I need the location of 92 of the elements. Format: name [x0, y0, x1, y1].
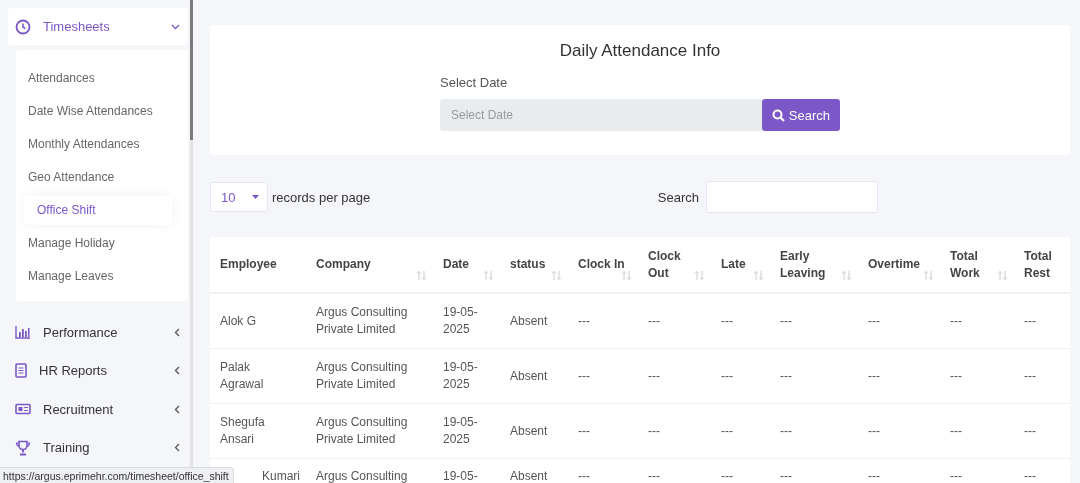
table-cell: Alok G	[220, 313, 256, 328]
caret-icon	[252, 195, 259, 199]
submenu-item[interactable]: Geo Attendance	[16, 161, 188, 194]
search-field[interactable]	[706, 181, 878, 213]
sidebar-item[interactable]: Recruitment	[43, 401, 162, 417]
sort-icon	[694, 270, 705, 281]
table-cell: ---	[1024, 313, 1036, 328]
submenu-item[interactable]: Office Shift	[24, 196, 172, 225]
column-header[interactable]: Clock In	[568, 237, 638, 293]
submenu-item[interactable]: Monthly Attendances	[16, 128, 188, 161]
table-cell: ---	[648, 368, 660, 383]
column-header[interactable]: Company	[306, 237, 433, 293]
column-header[interactable]: Total Rest	[1014, 237, 1070, 293]
submenu-item[interactable]: Manage Holiday	[16, 227, 188, 260]
column-header[interactable]: Employee	[210, 237, 306, 293]
sort-icon	[621, 270, 632, 281]
table-cell: ---	[721, 313, 733, 328]
table-cell: Kumari	[262, 469, 300, 483]
column-header[interactable]: status	[500, 237, 568, 293]
sidebar-item[interactable]: Performance	[43, 324, 162, 340]
search-icon	[771, 108, 785, 122]
search-label: Search	[657, 189, 699, 205]
table-cell: ---	[950, 313, 962, 328]
column-header[interactable]: Clock Out	[638, 237, 711, 293]
table-cell: ---	[950, 423, 962, 438]
trophy-icon	[15, 439, 31, 456]
table-cell: 19-05-2025	[443, 360, 478, 391]
submenu-item[interactable]: Manage Leaves	[16, 260, 188, 293]
table-cell: Shegufa Ansari	[220, 415, 265, 446]
table-cell: ---	[721, 368, 733, 383]
table-cell: Absent	[510, 313, 548, 328]
table-cell: Palak Agrawal	[220, 360, 264, 391]
table-cell: ---	[868, 313, 880, 328]
status-bar-url: https://argus.eprimehr.com/timesheet/office_shift	[0, 467, 234, 483]
table-cell: Argus Consulting Private Limited	[316, 305, 408, 336]
table-cell: ---	[950, 368, 962, 383]
table-cell: ---	[578, 423, 590, 438]
column-header[interactable]: Total Work	[940, 237, 1014, 293]
table-cell: ---	[1024, 423, 1036, 438]
sort-icon	[753, 270, 764, 281]
submenu-item[interactable]: Date Wise Attendances	[16, 95, 188, 128]
table-cell: ---	[1024, 368, 1036, 383]
table-cell: ---	[780, 469, 792, 483]
card-title: Daily Attendance Info	[559, 41, 721, 61]
table-cell: ---	[780, 368, 792, 383]
document-icon	[15, 363, 27, 379]
sort-icon	[841, 270, 852, 281]
sort-icon	[483, 270, 494, 281]
scrollbar-thumb[interactable]	[190, 0, 193, 140]
column-header[interactable]: Early Leaving	[770, 237, 858, 293]
table-cell: 19-05-2025	[443, 415, 478, 446]
table-cell: ---	[721, 469, 733, 483]
table-cell: Absent	[510, 368, 548, 383]
table-cell: ---	[721, 423, 733, 438]
table-cell: Absent	[510, 469, 548, 483]
sidebar-item[interactable]: Training	[43, 440, 162, 456]
table-cell: ---	[578, 313, 590, 328]
table-cell: ---	[578, 368, 590, 383]
table-cell: Argus Consulting	[316, 469, 408, 483]
table-cell: ---	[648, 423, 660, 438]
clock-icon	[15, 18, 31, 35]
table-cell: 19-05-2025	[443, 305, 478, 336]
sidebar-item[interactable]: HR Reports	[39, 363, 162, 379]
table-cell: ---	[780, 423, 792, 438]
table-cell: Argus Consulting Private Limited	[316, 360, 408, 391]
table-cell: ---	[868, 469, 880, 483]
table-cell: ---	[578, 469, 590, 483]
page-length-label: records per page	[272, 189, 371, 205]
search-button[interactable]: Search	[761, 99, 840, 131]
field-label: Select Date	[440, 75, 509, 90]
sort-icon	[923, 270, 934, 281]
bar-chart-icon	[15, 325, 31, 340]
column-header[interactable]: Date	[433, 237, 500, 293]
table-cell: ---	[868, 368, 880, 383]
table-cell: ---	[648, 313, 660, 328]
sort-icon	[551, 270, 562, 281]
page-length-select[interactable]: 10	[210, 182, 268, 212]
table-cell: ---	[950, 469, 962, 483]
table-cell: ---	[780, 313, 792, 328]
sidebar-group-item[interactable]: Timesheets	[8, 8, 188, 45]
column-header[interactable]: Late	[711, 237, 770, 293]
submenu-item[interactable]: Attendances	[16, 62, 188, 95]
sort-icon	[416, 270, 427, 281]
column-header[interactable]: Overtime	[858, 237, 940, 293]
table-cell: 19-05-	[443, 469, 478, 483]
table-cell: ---	[868, 423, 880, 438]
table-cell: ---	[1024, 469, 1036, 483]
table-cell: ---	[648, 469, 660, 483]
sort-icon	[997, 270, 1008, 281]
table-cell: Argus Consulting Private Limited	[316, 415, 408, 446]
table-cell: Absent	[510, 423, 548, 438]
id-card-icon	[15, 403, 31, 416]
